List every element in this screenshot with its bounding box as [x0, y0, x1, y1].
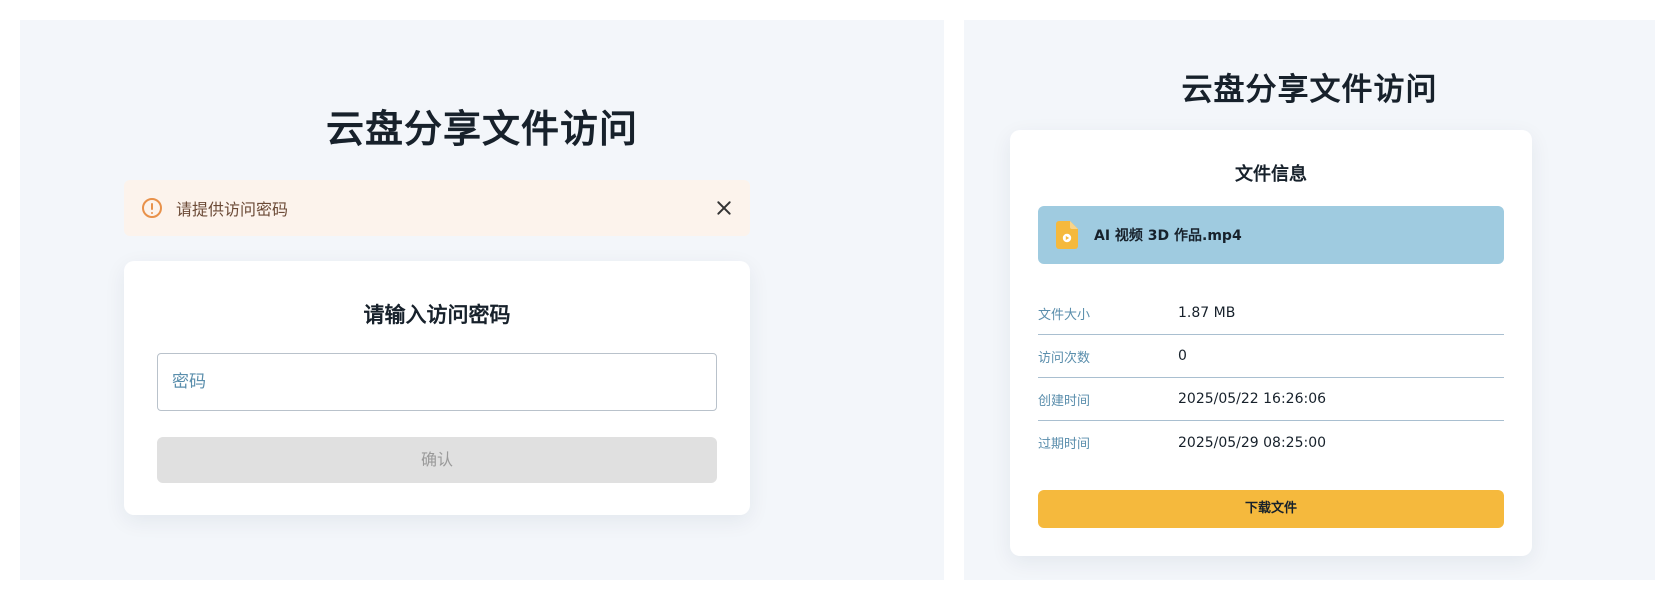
- password-card: 请输入访问密码 确认: [124, 261, 750, 515]
- file-card-title: 文件信息: [1235, 164, 1307, 185]
- info-row-expires: 过期时间 2025/05/29 08:25:00: [1038, 421, 1504, 464]
- password-panel: 云盘分享文件访问 请提供访问密码 请输入访问密码 确认: [20, 20, 944, 580]
- file-info-panel: 云盘分享文件访问 文件信息 AI 视频 3D 作品.mp4 文件大小 1.87 …: [964, 20, 1655, 580]
- file-icon: [1056, 221, 1078, 249]
- info-label: 过期时间: [1038, 437, 1091, 452]
- confirm-button[interactable]: 确认: [157, 437, 717, 483]
- info-label: 文件大小: [1038, 307, 1091, 323]
- info-row-visits: 访问次数 0: [1038, 335, 1504, 378]
- file-info-card: 文件信息 AI 视频 3D 作品.mp4 文件大小 1.87 MB 访问次数 0…: [1010, 130, 1532, 556]
- alert-message: 请提供访问密码: [176, 200, 289, 219]
- info-value: 0: [1178, 348, 1187, 364]
- download-button[interactable]: 下载文件: [1038, 490, 1504, 528]
- password-card-title: 请输入访问密码: [363, 303, 511, 327]
- file-info-table: 文件大小 1.87 MB 访问次数 0 创建时间 2025/05/22 16:2…: [1038, 292, 1504, 464]
- close-icon[interactable]: [714, 198, 734, 218]
- page-title: 云盘分享文件访问: [325, 107, 638, 151]
- info-value: 2025/05/22 16:26:06: [1178, 391, 1327, 407]
- info-value: 2025/05/29 08:25:00: [1178, 434, 1327, 451]
- info-row-size: 文件大小 1.87 MB: [1038, 292, 1504, 335]
- info-value: 1.87 MB: [1178, 305, 1236, 321]
- password-required-alert: 请提供访问密码: [124, 180, 750, 236]
- info-row-created: 创建时间 2025/05/22 16:26:06: [1038, 378, 1504, 421]
- info-label: 创建时间: [1038, 393, 1091, 409]
- file-name-bar: AI 视频 3D 作品.mp4: [1038, 206, 1504, 264]
- alert-circle-icon: [142, 198, 162, 218]
- password-input[interactable]: [157, 353, 717, 411]
- file-name: AI 视频 3D 作品.mp4: [1094, 228, 1242, 244]
- info-label: 访问次数: [1038, 350, 1091, 366]
- page-title: 云盘分享文件访问: [1181, 72, 1438, 108]
